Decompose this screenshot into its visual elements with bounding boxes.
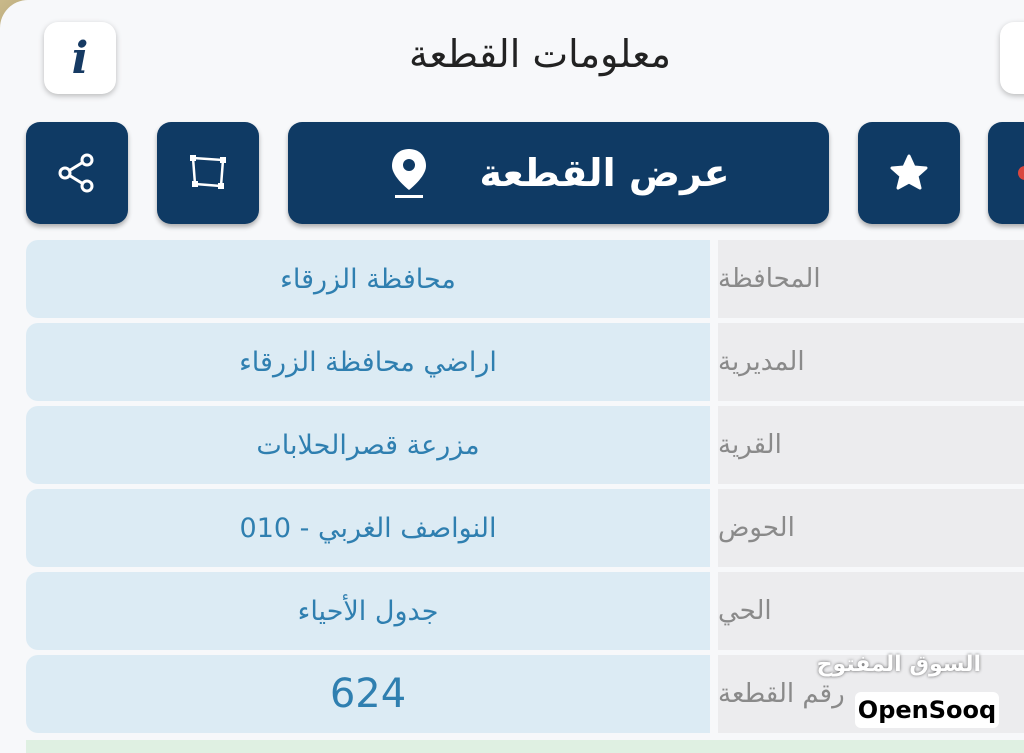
favorite-button[interactable] — [858, 122, 960, 224]
action-toolbar: عرض القطعة — [0, 122, 1024, 226]
share-button[interactable] — [26, 122, 128, 224]
row-value: مزرعة قصرالحلابات — [26, 406, 710, 484]
row-value: جدول الأحياء — [26, 572, 710, 650]
row-value: النواصف الغربي - 010 — [26, 489, 710, 567]
row-label: الحوض — [718, 489, 1024, 567]
star-icon — [890, 154, 928, 190]
parcel-info-panel: i معلومات القطعة عرض القطعة محافظة الزرق… — [0, 0, 1024, 753]
watermark: السوق المفتوح OpenSooq — [817, 652, 1003, 734]
show-parcel-button[interactable]: عرض القطعة — [288, 122, 829, 224]
row-value: محافظة الزرقاء — [26, 240, 710, 318]
row-value: اراضي محافظة الزرقاء — [26, 323, 710, 401]
status-indicator — [1018, 166, 1024, 180]
polygon-icon — [190, 155, 226, 189]
location-pin-icon — [392, 149, 427, 198]
page-title: معلومات القطعة — [409, 32, 671, 76]
row-value: 624 — [26, 655, 710, 733]
close-button[interactable] — [1000, 22, 1024, 94]
info-icon: i — [71, 32, 89, 84]
watermark-logo: OpenSooq — [855, 692, 999, 728]
table-row: النواصف الغربي - 010 الحوض — [0, 489, 1024, 569]
more-button[interactable] — [988, 122, 1024, 224]
row-label: القرية — [718, 406, 1024, 484]
table-row: مزرعة قصرالحلابات القرية — [0, 406, 1024, 486]
table-row: محافظة الزرقاء المحافظة — [0, 240, 1024, 320]
next-row-edge — [26, 740, 1024, 753]
row-label: المحافظة — [718, 240, 1024, 318]
row-label: المديرية — [718, 323, 1024, 401]
draw-polygon-button[interactable] — [157, 122, 259, 224]
watermark-arabic: السوق المفتوح — [816, 652, 981, 677]
info-button[interactable]: i — [44, 22, 116, 94]
table-row: جدول الأحياء الحي — [0, 572, 1024, 652]
panel-header: i معلومات القطعة — [0, 0, 1024, 110]
table-row: اراضي محافظة الزرقاء المديرية — [0, 323, 1024, 403]
row-label: الحي — [718, 572, 1024, 650]
show-parcel-label: عرض القطعة — [479, 151, 730, 195]
share-icon — [58, 153, 94, 193]
